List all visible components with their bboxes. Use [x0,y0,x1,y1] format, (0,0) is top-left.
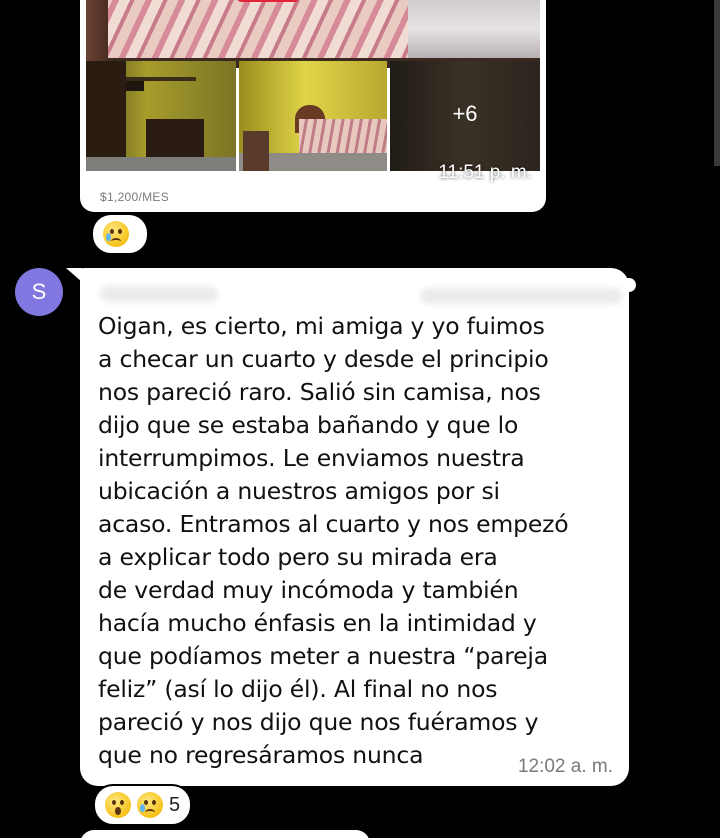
price-caption: $1,200/MES [100,190,170,204]
photo-reaction[interactable] [91,213,149,255]
doorway-image [86,61,126,171]
photo-timestamp: 11:51 p. m. [438,162,532,183]
text-message[interactable]: Oigan, es cierto, mi amiga y yo fuimos a… [80,268,629,786]
message-reactions[interactable]: 5 [93,784,193,826]
bed-frame-image [86,0,108,68]
room-photo-main[interactable] [86,0,540,68]
message-timestamp: 12:02 a. m. [517,756,613,777]
hangers-image [126,81,144,91]
photo-album-message[interactable]: +6 11:51 p. m. $1,200/MES [80,0,546,212]
room-photo-thumbnail[interactable] [239,61,387,171]
furniture-image [243,131,269,171]
more-photos-count: +6 [452,101,478,126]
bedspread-image [108,0,408,58]
redacted-sender-name [100,286,218,302]
pillow-image [408,0,540,58]
surprised-face-icon [105,792,131,818]
reaction-count: 5 [169,793,181,816]
scrollbar[interactable] [714,0,720,166]
avatar[interactable]: S [15,268,63,316]
chat-screen: +6 11:51 p. m. $1,200/MES S Oigan, es ci… [0,0,720,838]
room-photo-more[interactable]: +6 [390,61,540,171]
next-message[interactable] [80,830,370,838]
cry-face-icon [137,792,163,818]
redacted-sender-phone [420,288,622,304]
dresser-image [146,119,204,157]
bed-image [299,119,387,153]
floor-image [86,157,236,171]
photo-badge [236,0,300,2]
cry-face-icon [103,221,129,247]
room-photo-thumbnail[interactable] [86,61,236,171]
message-body: Oigan, es cierto, mi amiga y yo fuimos a… [98,312,569,769]
